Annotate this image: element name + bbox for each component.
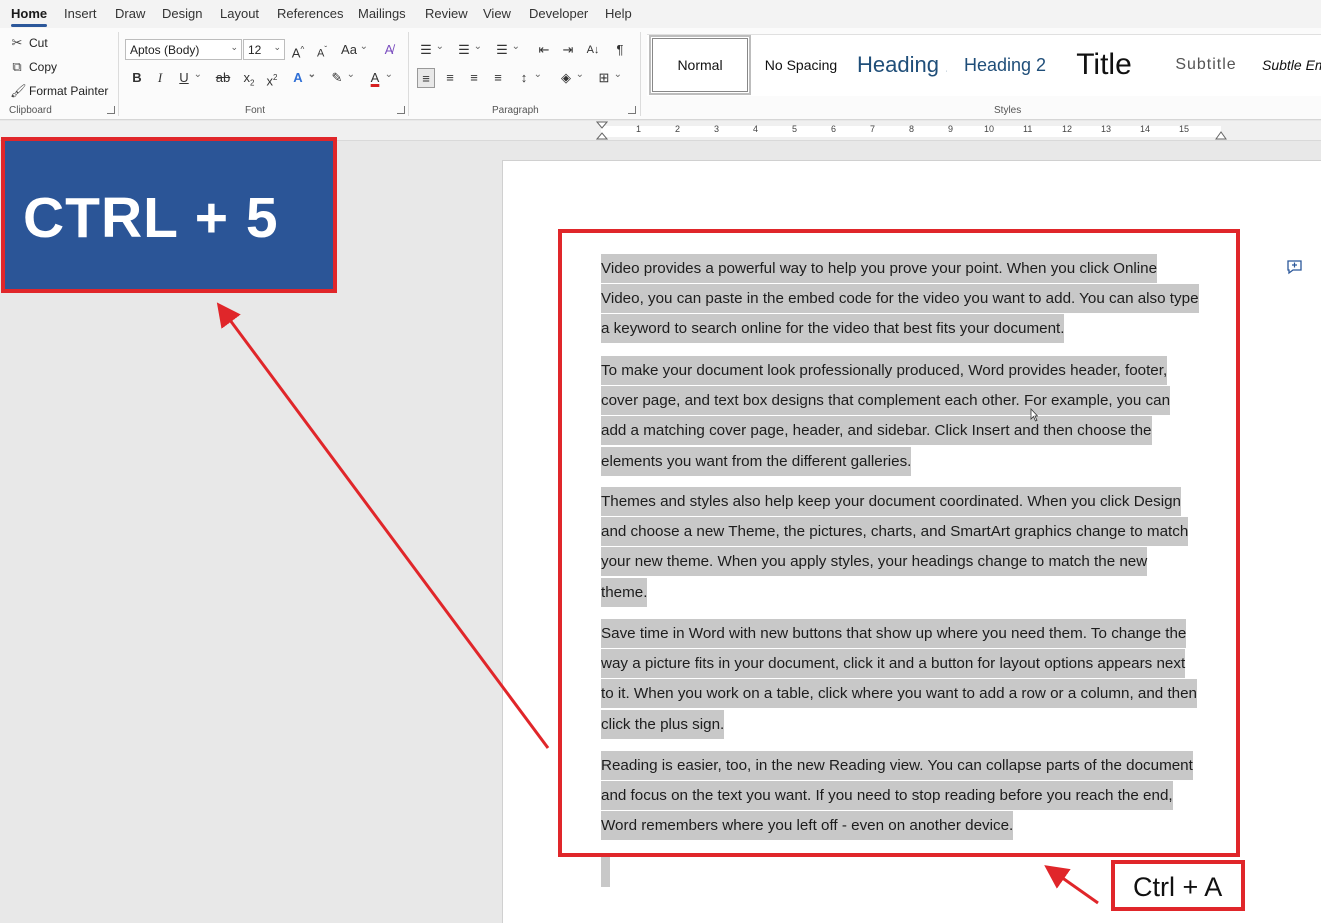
arrow-to-ctrl5 [216,302,550,749]
annotation-arrows [216,302,1099,905]
arrow-to-ctrl-a [1044,865,1099,905]
